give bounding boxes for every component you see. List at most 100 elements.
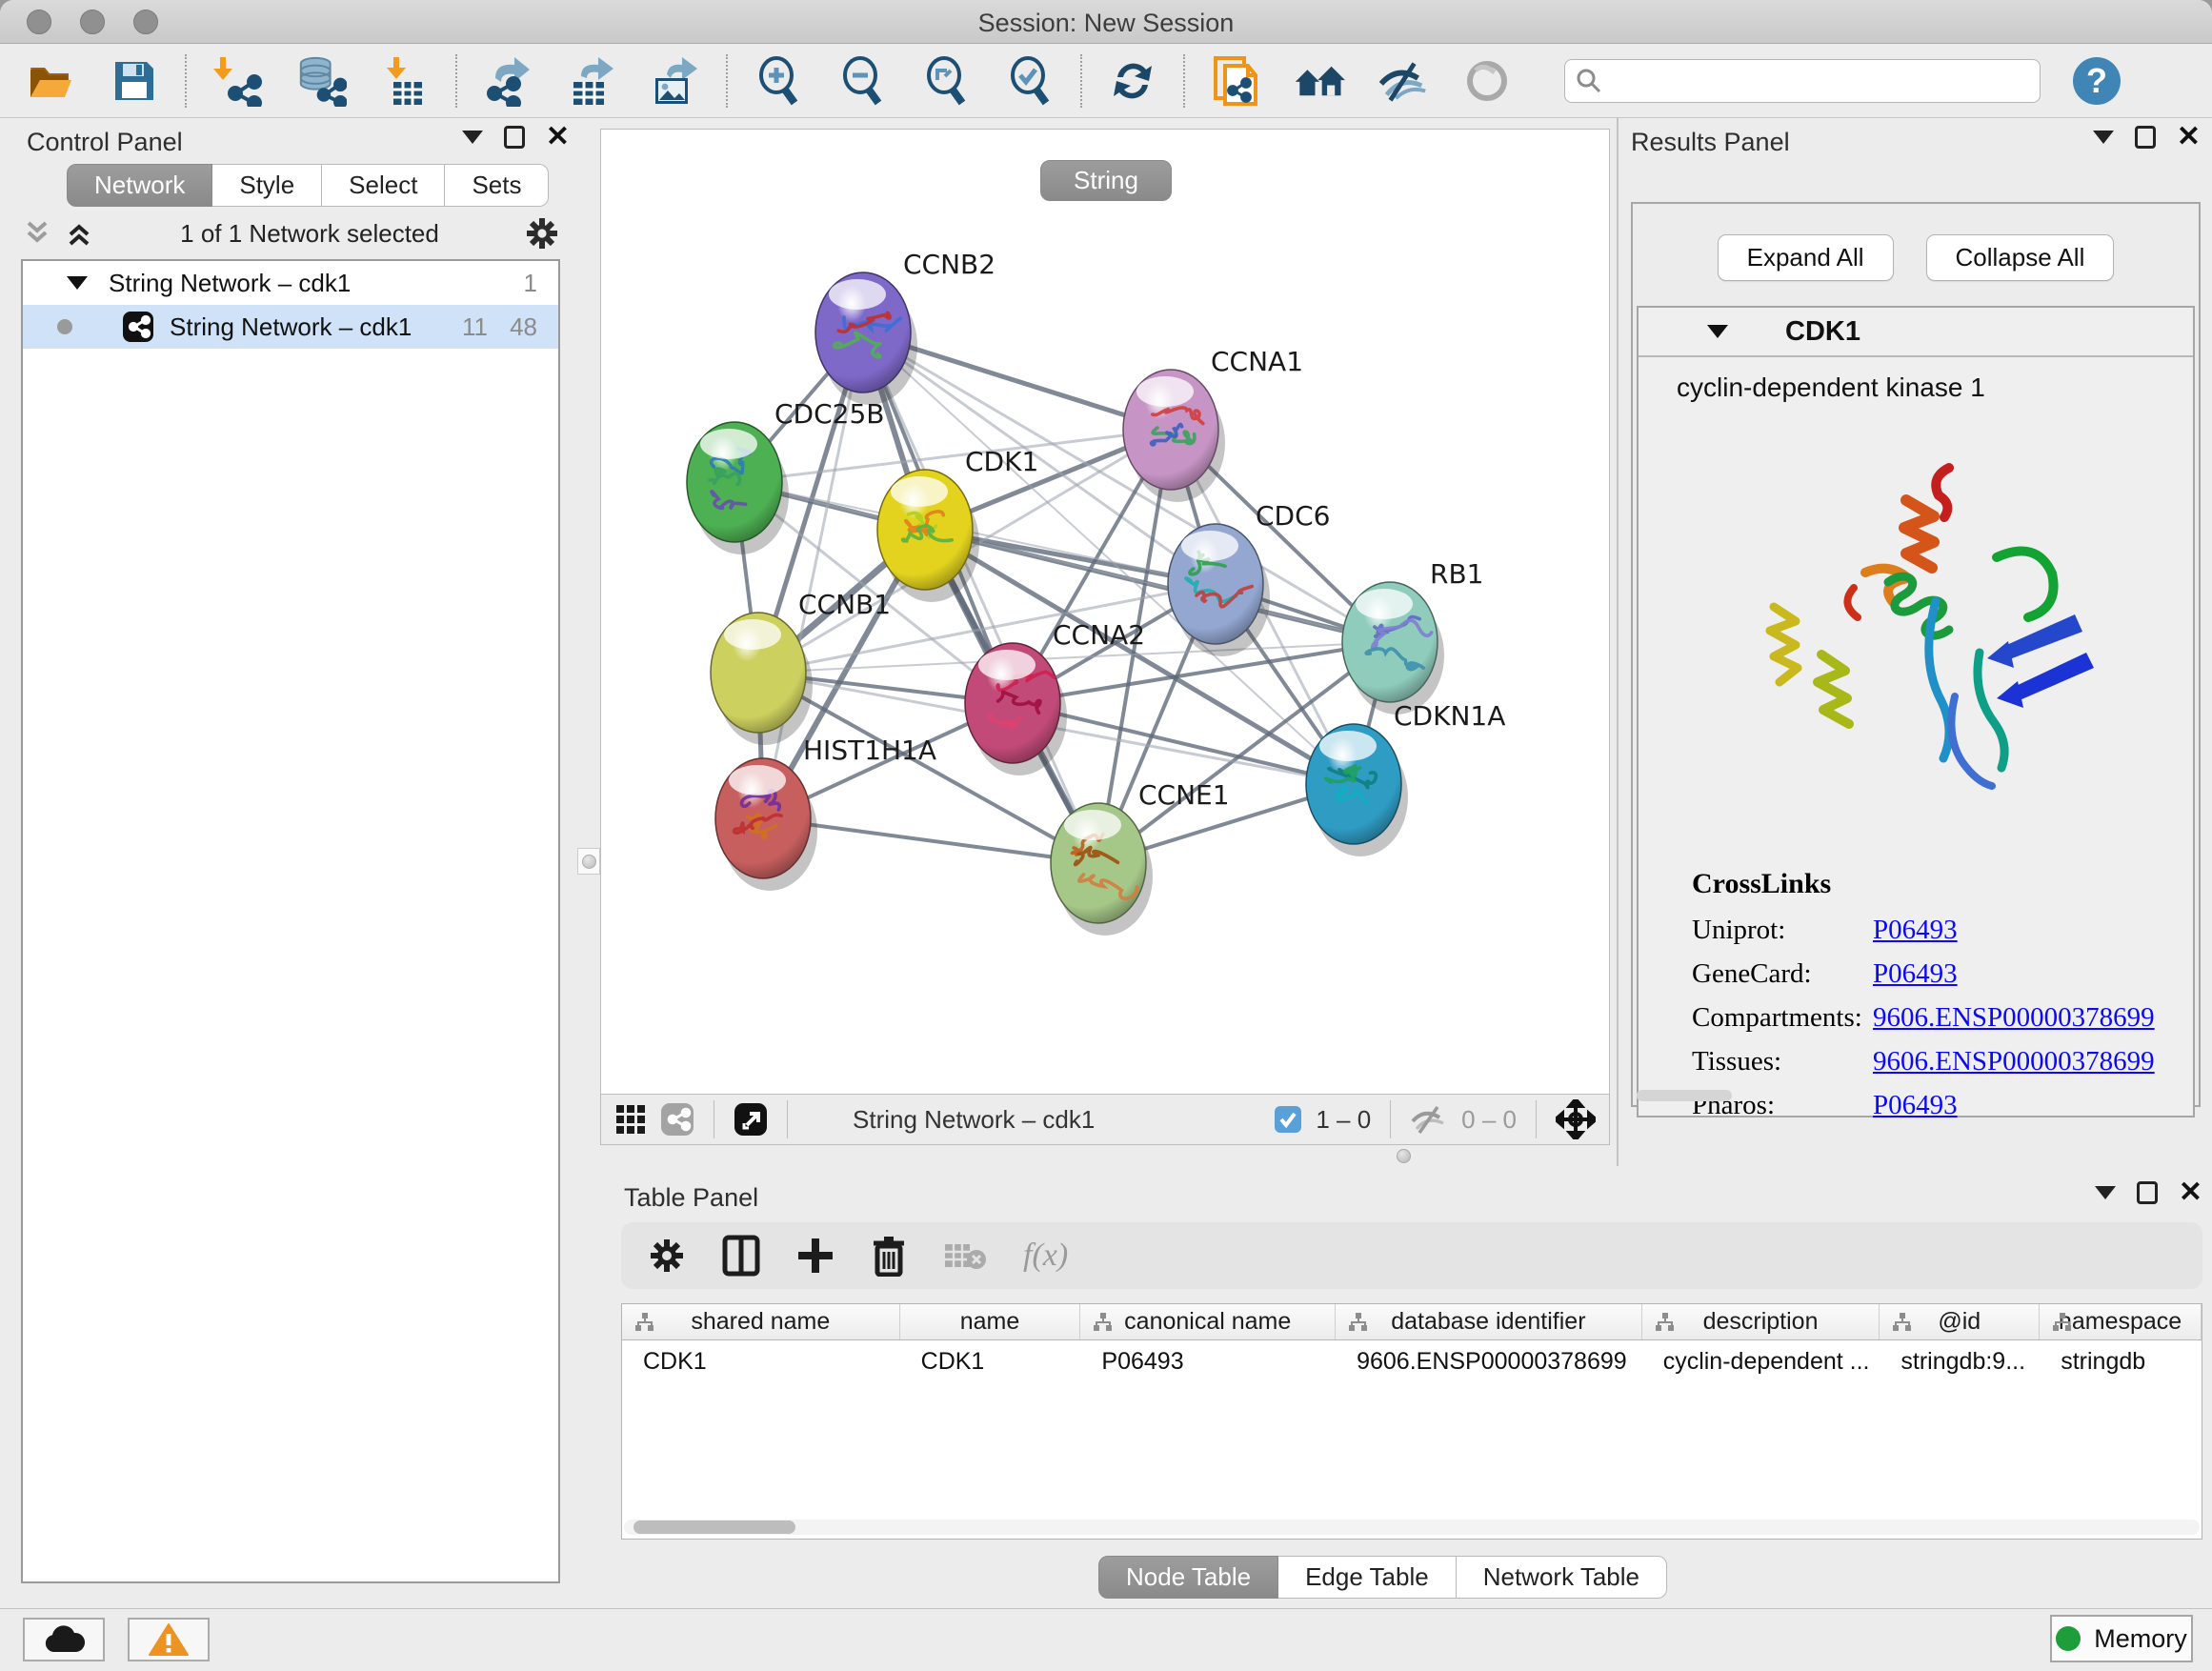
network-node-cdc6[interactable]: CDC6	[1168, 500, 1330, 656]
table-row[interactable]: CDK1CDK1P064939606.ENSP00000378699cyclin…	[622, 1340, 2202, 1382]
crosslink-link[interactable]: P06493	[1873, 952, 1958, 996]
expand-all-button[interactable]: Expand All	[1718, 234, 1894, 281]
hide-selected-button[interactable]	[1377, 55, 1429, 107]
network-node-ccne1[interactable]: CCNE1	[1051, 779, 1230, 936]
home-button[interactable]	[1294, 55, 1345, 107]
crosslink-link[interactable]: 9606.ENSP00000378699	[1873, 996, 2155, 1039]
collapse-all-icon[interactable]	[21, 217, 53, 250]
network-options-gear-icon[interactable]	[524, 215, 560, 252]
selected-checkbox-icon[interactable]	[1274, 1105, 1302, 1134]
clone-network-button[interactable]	[1210, 55, 1261, 107]
memory-button[interactable]: Memory	[2050, 1615, 2193, 1662]
crosslink-link[interactable]: P06493	[1873, 1083, 1958, 1127]
tab-string[interactable]: String	[1040, 160, 1172, 201]
table-cell[interactable]: 9606.ENSP00000378699	[1336, 1340, 1642, 1382]
open-in-window-icon[interactable]	[734, 1102, 768, 1137]
network-collection-row[interactable]: String Network – cdk1 1	[23, 261, 558, 305]
search-icon	[1575, 67, 1603, 95]
column-label: canonical name	[1124, 1308, 1291, 1336]
network-node-rb1[interactable]: RB1	[1342, 558, 1483, 715]
network-edge[interactable]	[863, 332, 1098, 863]
section-expander-icon[interactable]	[1707, 325, 1728, 338]
pan-crosshair-icon[interactable]	[1556, 1099, 1596, 1139]
results-panel-menu-icon[interactable]	[2093, 131, 2114, 144]
left-splitter-grip[interactable]	[577, 848, 600, 875]
table-hscrollbar-thumb[interactable]	[633, 1520, 795, 1534]
zoom-out-button[interactable]	[836, 55, 888, 107]
collection-expander-icon[interactable]	[67, 276, 88, 290]
table-cell[interactable]: stringdb:9...	[1880, 1340, 2040, 1382]
birdseye-grid-icon[interactable]	[614, 1103, 647, 1136]
network-node-cdkn1a[interactable]: CDKN1A	[1306, 700, 1505, 856]
node-label: CCNE1	[1138, 779, 1230, 811]
column-header-description[interactable]: description	[1642, 1304, 1880, 1339]
results-panel-header: Results Panel ✕	[1631, 126, 2201, 164]
zoom-fit-button[interactable]	[920, 55, 972, 107]
control-panel-close-icon[interactable]: ✕	[546, 126, 570, 149]
results-panel-title: Results Panel	[1631, 128, 1790, 157]
column-header--id[interactable]: @id	[1880, 1304, 2040, 1339]
results-panel-close-icon[interactable]: ✕	[2177, 126, 2201, 149]
table-options-gear-icon[interactable]	[648, 1237, 686, 1275]
export-image-button[interactable]	[650, 55, 701, 107]
tab-edge-table[interactable]: Edge Table	[1278, 1556, 1457, 1599]
toolbar-search[interactable]	[1564, 59, 2041, 103]
table-panel-float-icon[interactable]	[2137, 1181, 2158, 1204]
zoom-selected-button[interactable]	[1004, 55, 1056, 107]
column-header-database-identifier[interactable]: database identifier	[1336, 1304, 1642, 1339]
warnings-button[interactable]	[128, 1618, 210, 1661]
protein-structure-image	[1639, 403, 2193, 843]
import-table-button[interactable]	[379, 55, 431, 107]
expand-all-icon[interactable]	[63, 217, 95, 250]
results-hscrollbar[interactable]	[1637, 1090, 1732, 1101]
search-input[interactable]	[1603, 68, 2022, 94]
crosslink-link[interactable]: P06493	[1873, 908, 1958, 952]
table-panel-close-icon[interactable]: ✕	[2179, 1181, 2202, 1204]
tab-node-table[interactable]: Node Table	[1098, 1556, 1278, 1599]
control-panel-menu-icon[interactable]	[462, 131, 483, 144]
cloud-status-button[interactable]	[23, 1618, 105, 1661]
column-header-shared-name[interactable]: shared name	[622, 1304, 900, 1339]
show-all-button[interactable]	[1461, 55, 1513, 107]
zoom-in-button[interactable]	[753, 55, 804, 107]
network-row[interactable]: String Network – cdk1 11 48	[23, 305, 558, 349]
show-columns-icon[interactable]	[722, 1235, 760, 1277]
apply-layout-button[interactable]	[1107, 55, 1158, 107]
bottom-splitter-grip[interactable]	[1397, 1149, 1411, 1163]
add-column-icon[interactable]	[796, 1237, 835, 1275]
column-header-canonical-name[interactable]: canonical name	[1080, 1304, 1336, 1339]
help-button[interactable]: ?	[2073, 57, 2121, 105]
crosslink-link[interactable]: 9606.ENSP00000378699	[1873, 1039, 2155, 1083]
table-cell[interactable]: CDK1	[900, 1340, 1081, 1382]
table-hscrollbar[interactable]	[624, 1520, 2200, 1535]
column-header-name[interactable]: name	[900, 1304, 1081, 1339]
import-network-file-button[interactable]	[211, 55, 263, 107]
open-session-button[interactable]	[25, 55, 76, 107]
cdk1-section-header[interactable]: CDK1	[1639, 308, 2193, 357]
export-network-button[interactable]	[482, 55, 533, 107]
network-node-hist1h1a[interactable]: HIST1H1A	[715, 735, 936, 891]
network-node-ccnb2[interactable]: CCNB2	[815, 249, 995, 405]
table-cell[interactable]: CDK1	[622, 1340, 900, 1382]
network-graph[interactable]: CCNB2CCNA1CDC25BCDK1CDC6RB1CCNB1CCNA2CDK…	[601, 130, 1609, 1093]
table-cell[interactable]: P06493	[1080, 1340, 1336, 1382]
collapse-all-button[interactable]: Collapse All	[1926, 234, 2115, 281]
network-node-cdc25b[interactable]: CDC25B	[687, 398, 885, 554]
hidden-eye-slash-icon	[1410, 1104, 1448, 1135]
network-node-ccna1[interactable]: CCNA1	[1123, 346, 1303, 502]
delete-column-icon[interactable]	[871, 1235, 907, 1277]
control-panel-float-icon[interactable]	[504, 126, 525, 149]
table-panel-menu-icon[interactable]	[2095, 1186, 2116, 1199]
import-network-database-button[interactable]	[295, 55, 347, 107]
tab-network-table[interactable]: Network Table	[1457, 1556, 1667, 1599]
table-cell[interactable]: stringdb	[2040, 1340, 2202, 1382]
node-label: CDC25B	[774, 398, 885, 430]
network-node-cdk1[interactable]: CDK1	[877, 446, 1038, 602]
save-session-button[interactable]	[109, 55, 160, 107]
table-cell[interactable]: cyclin-dependent ...	[1642, 1340, 1880, 1382]
column-header-namespace[interactable]: namespace	[2040, 1304, 2202, 1339]
export-table-button[interactable]	[566, 55, 617, 107]
results-panel-float-icon[interactable]	[2135, 126, 2156, 149]
network-canvas[interactable]: CCNB2CCNA1CDC25BCDK1CDC6RB1CCNB1CCNA2CDK…	[600, 129, 1610, 1094]
network-overview-icon[interactable]	[660, 1102, 694, 1137]
